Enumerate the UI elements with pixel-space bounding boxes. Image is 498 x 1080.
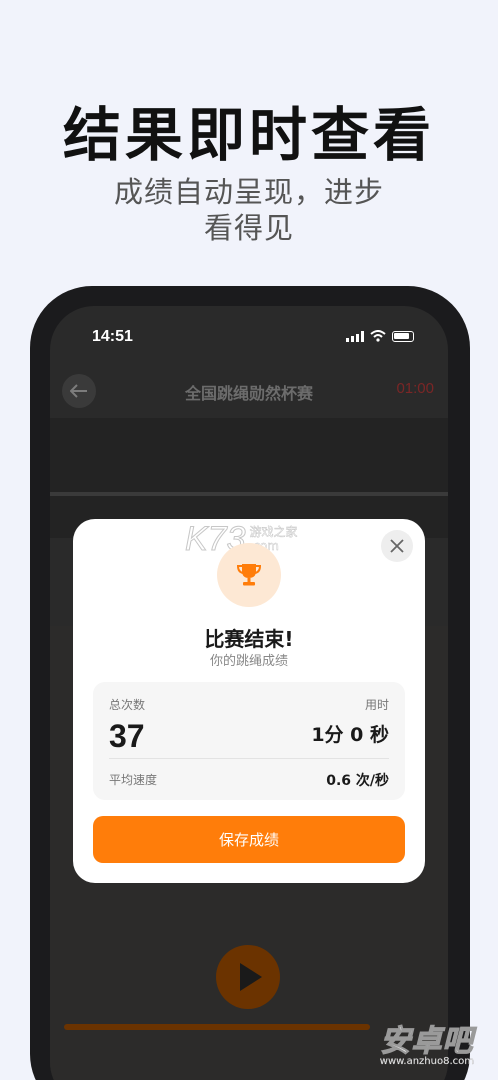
status-bar: 14:51 [50,306,448,366]
result-modal: K73 游戏之家 .com 比赛结束! 你的跳绳成绩 总次数 用时 37 1分 … [73,519,425,883]
promo-subline: 成绩自动呈现，进步 看得见 [0,174,498,246]
progress-bar [64,1024,370,1030]
anzhuo-watermark: 安卓吧 www.anzhuo8.com [379,1016,475,1067]
k73-watermark-cn: 游戏之家 [249,525,298,539]
avg-speed-label: 平均速度 [109,773,158,787]
modal-subtitle: 你的跳绳成绩 [209,654,288,669]
total-count-label: 总次数 [109,698,146,712]
duration-value: 1分 0 秒 [311,724,389,746]
trophy-icon [236,564,262,586]
stats-divider [109,758,389,759]
duration-label: 用时 [364,698,389,712]
play-icon [240,963,262,991]
page-title: 全国跳绳勋然杯赛 [184,384,313,403]
promo-subline-line2: 看得见 [203,211,294,245]
countdown-timer: 01:00 [396,380,434,397]
modal-title: 比赛结束! [204,627,294,651]
status-icons [346,330,414,342]
anzhuo-watermark-url: www.anzhuo8.com [379,1056,475,1067]
close-icon [390,539,404,553]
avg-speed-value: 0.6 次/秒 [326,773,389,789]
wifi-icon [370,330,386,342]
total-count-value: 37 [109,718,145,754]
signal-icon [346,330,364,342]
play-button[interactable] [216,945,280,1009]
nav-bar: 全国跳绳勋然杯赛 01:00 [50,374,448,418]
promo-headline: 结果即时查看 [62,101,435,169]
promo-subline-line1: 成绩自动呈现，进步 [113,175,384,209]
status-time: 14:51 [92,328,133,345]
camera-divider [50,492,448,496]
close-button[interactable] [381,530,413,562]
stats-card: 总次数 用时 37 1分 0 秒 平均速度 0.6 次/秒 [93,682,405,800]
battery-icon [392,330,414,342]
save-result-button[interactable]: 保存成绩 [93,816,405,863]
anzhuo-watermark-main: 安卓吧 [380,1023,474,1059]
trophy-badge [217,543,281,607]
